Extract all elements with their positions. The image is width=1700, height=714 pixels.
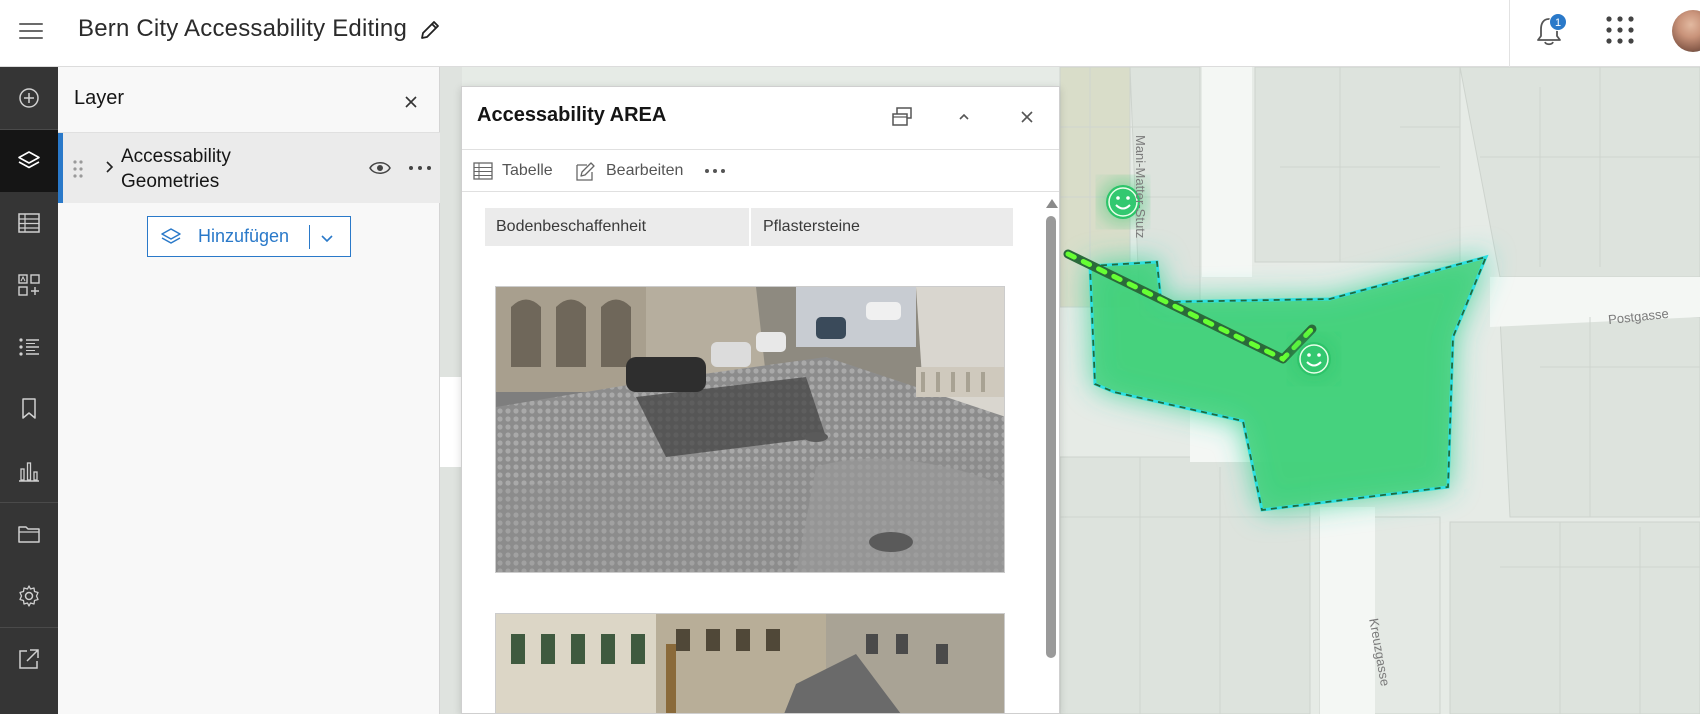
feature-popup: Accessability AREA Tabelle Bearbeiten Bo… (461, 86, 1060, 714)
scroll-up-icon[interactable] (1046, 199, 1058, 208)
attribute-value: Pflastersteine (763, 218, 860, 235)
menu-icon[interactable] (17, 17, 45, 45)
chevron-down-icon[interactable] (318, 229, 336, 247)
layers-icon (161, 228, 181, 244)
notification-badge: 1 (1549, 13, 1567, 31)
share-tool[interactable] (0, 628, 58, 690)
left-toolbar (0, 67, 58, 714)
add-layer-label: Hinzufügen (198, 226, 290, 246)
legend-tool[interactable] (0, 254, 58, 316)
gear-icon (19, 585, 39, 607)
app-launcher-icon[interactable] (1604, 14, 1636, 46)
table-icon (18, 213, 40, 233)
attachment-photo[interactable] (495, 613, 1005, 713)
charts-tool[interactable] (0, 440, 58, 502)
edit-icon (576, 162, 595, 181)
header-divider (1509, 0, 1510, 67)
user-avatar[interactable] (1672, 10, 1700, 52)
layers-icon (18, 151, 40, 169)
list-icon (19, 338, 39, 356)
list-tool[interactable] (0, 316, 58, 378)
edit-action-label: Bearbeiten (606, 162, 684, 179)
table-icon (473, 162, 493, 180)
settings-tool[interactable] (0, 565, 58, 627)
more-options-icon (705, 169, 725, 173)
table-action-label: Tabelle (502, 162, 553, 179)
pencil-icon[interactable] (418, 18, 442, 42)
scroll-thumb[interactable] (1046, 216, 1056, 658)
folder-icon (18, 526, 40, 543)
dock-icon[interactable] (890, 105, 914, 129)
layers-tool[interactable] (0, 130, 58, 192)
table-action-button[interactable]: Tabelle (473, 159, 553, 183)
app-header: Bern City Accessability Editing 1 (0, 0, 1700, 67)
layer-list-item[interactable]: Accessability Geometries (58, 133, 440, 203)
legend-icon (18, 274, 40, 296)
close-icon[interactable] (1015, 105, 1039, 129)
app-title: Bern City Accessability Editing (78, 15, 408, 42)
more-actions-button[interactable] (704, 159, 735, 183)
street-label: Mani-Matter-Stutz (1133, 135, 1148, 239)
chevron-up-icon[interactable] (952, 105, 976, 129)
more-options-icon[interactable] (406, 157, 434, 179)
share-icon (19, 649, 39, 669)
eye-icon[interactable] (368, 157, 392, 179)
drag-handle-icon[interactable] (71, 159, 85, 179)
popup-action-bar: Tabelle Bearbeiten (462, 150, 1059, 192)
popup-scrollbar[interactable] (1042, 193, 1059, 713)
files-tool[interactable] (0, 503, 58, 565)
popup-content[interactable]: Bodenbeschaffenheit Pflastersteine (462, 193, 1041, 713)
bookmarks-tool[interactable] (0, 378, 58, 440)
attribute-key: Bodenbeschaffenheit (496, 218, 647, 235)
attribute-row: Bodenbeschaffenheit Pflastersteine (485, 208, 1013, 246)
attachment-photo[interactable] (495, 286, 1005, 573)
close-icon[interactable] (398, 89, 424, 115)
edit-action-button[interactable]: Bearbeiten (575, 159, 683, 183)
chevron-right-icon[interactable] (101, 159, 117, 175)
plus-circle-icon (19, 88, 39, 108)
add-data-tool[interactable] (0, 67, 58, 129)
popup-title: Accessability AREA (477, 104, 667, 126)
layer-name: Accessability Geometries (121, 146, 231, 192)
panel-title: Layer (74, 87, 125, 109)
smiley-marker-icon[interactable] (1297, 342, 1331, 376)
add-layer-button[interactable]: Hinzufügen (147, 216, 351, 257)
bar-chart-icon (19, 462, 39, 482)
layer-panel: Layer Accessability Geometries Hinzufüge… (58, 67, 440, 714)
bookmark-icon (22, 398, 36, 419)
tables-tool[interactable] (0, 192, 58, 254)
